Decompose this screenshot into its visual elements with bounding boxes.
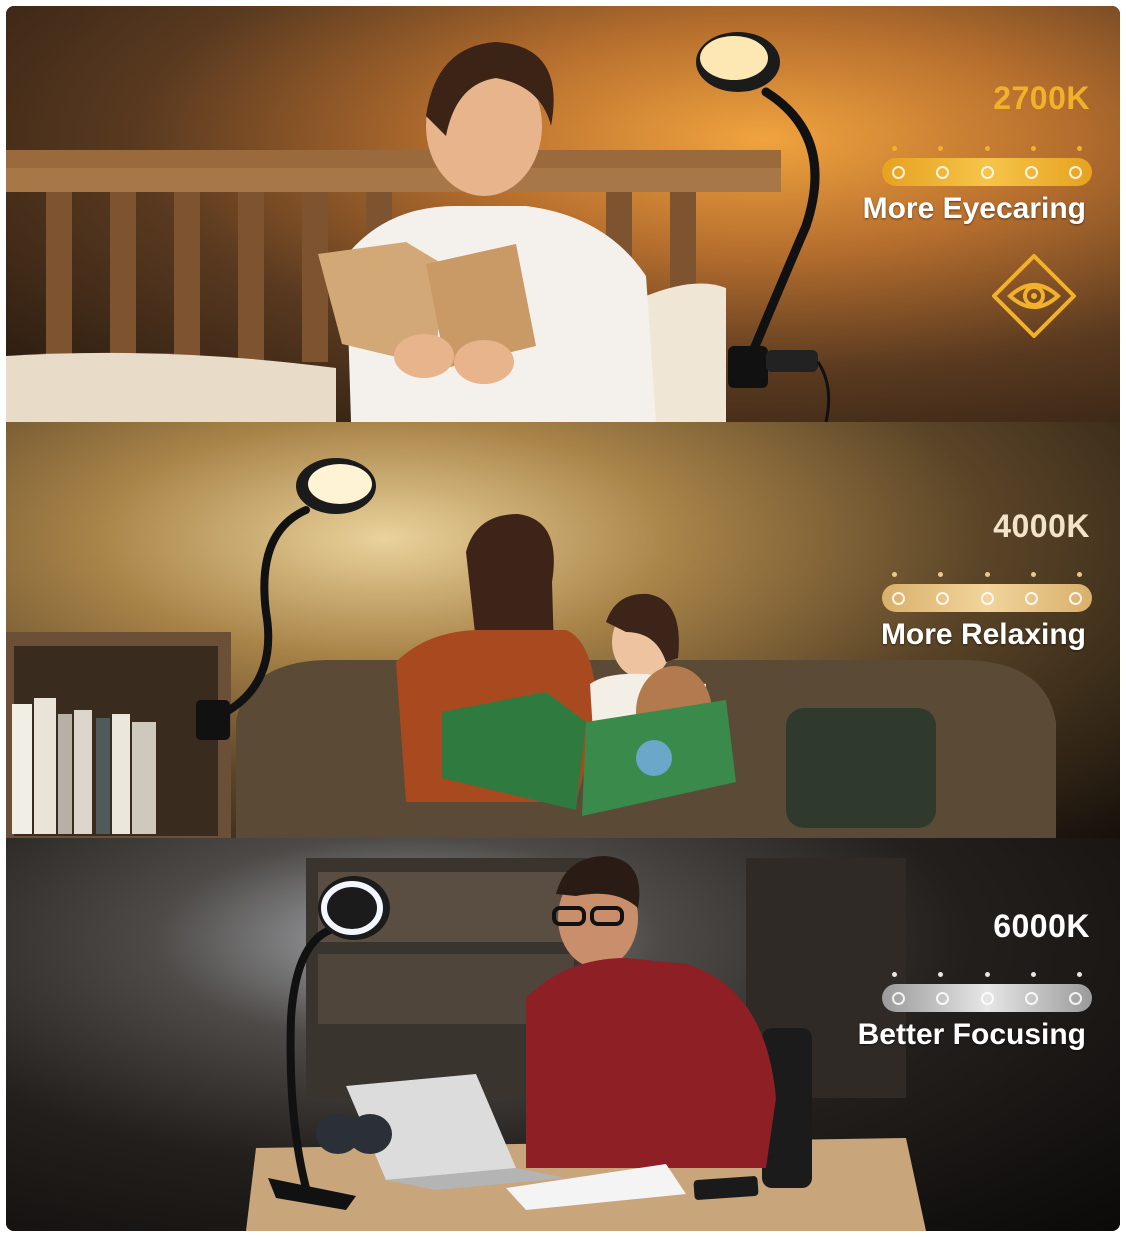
- sun-icon: [1069, 165, 1082, 179]
- sun-icon: [936, 591, 950, 605]
- panel-4000k: 4000K More Relaxing: [6, 422, 1120, 838]
- sun-icon: [892, 165, 905, 179]
- color-temperature-scale: [882, 146, 1092, 186]
- sun-icon: [980, 591, 994, 605]
- scale-dots: [892, 572, 1082, 578]
- warm-light-bar: [882, 158, 1092, 186]
- color-temperature-scale: [882, 572, 1092, 612]
- sun-icon: [1069, 991, 1082, 1005]
- sun-icon: [936, 165, 950, 179]
- sun-icon: [980, 991, 994, 1005]
- color-temperature-label: 2700K: [993, 80, 1090, 116]
- neutral-light-bar: [882, 584, 1092, 612]
- color-temperature-label: 6000K: [993, 908, 1090, 944]
- sun-icon: [980, 165, 994, 179]
- scale-dots: [892, 146, 1082, 152]
- sun-icon: [892, 591, 905, 605]
- panel-2700k: 2700K More Eyecaring: [6, 6, 1120, 422]
- sun-icon: [1024, 591, 1038, 605]
- color-temperature-scale: [882, 972, 1092, 1012]
- sun-icon: [892, 991, 905, 1005]
- benefit-label: More Relaxing: [880, 618, 1086, 651]
- benefit-label: More Eyecaring: [862, 192, 1086, 225]
- scale-dots: [892, 972, 1082, 978]
- benefit-label: Better Focusing: [857, 1018, 1086, 1051]
- sun-icon: [1024, 991, 1038, 1005]
- eye-care-icon: [992, 254, 1076, 338]
- sun-icon: [1024, 165, 1038, 179]
- panel-6000k: 6000K Better Focusing: [6, 838, 1120, 1231]
- product-image-frame: 2700K More Eyecaring 4000K More Relaxing…: [6, 6, 1120, 1231]
- color-temperature-label: 4000K: [993, 508, 1090, 544]
- sun-icon: [936, 991, 950, 1005]
- cool-light-bar: [882, 984, 1092, 1012]
- sun-icon: [1069, 591, 1082, 605]
